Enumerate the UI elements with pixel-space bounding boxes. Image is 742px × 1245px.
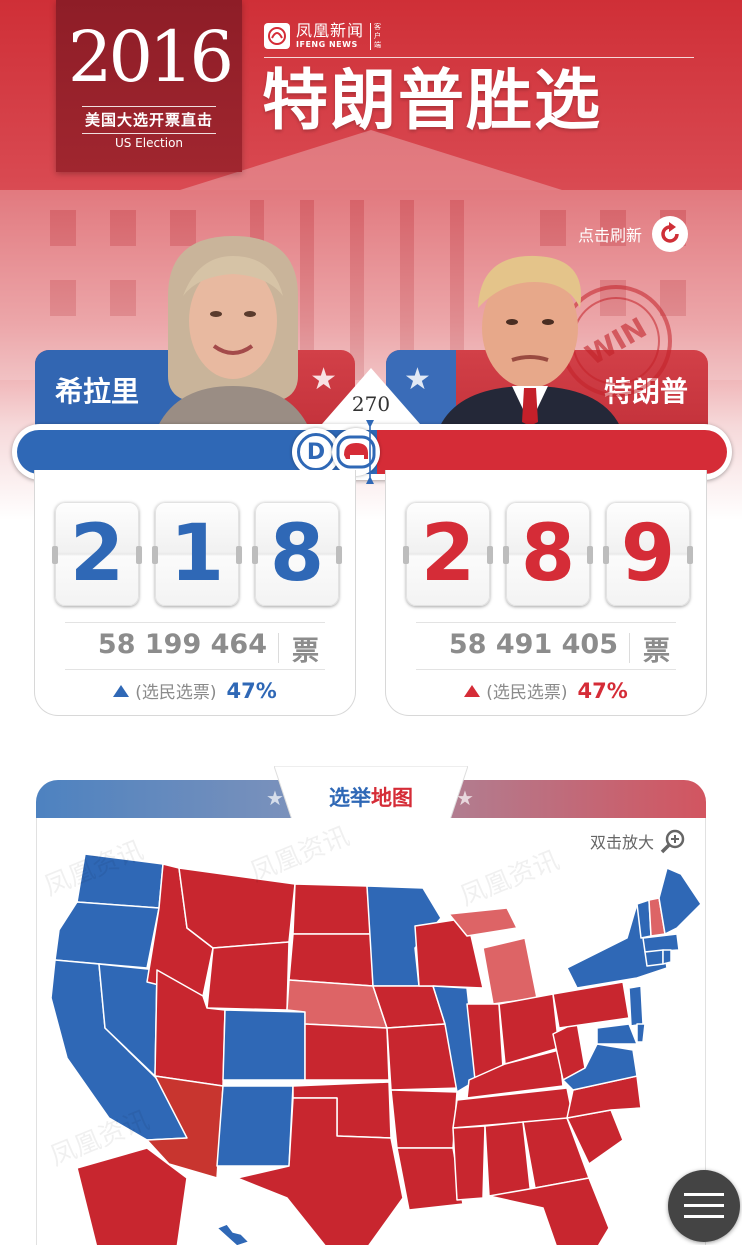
- state-hi: [216, 1223, 250, 1245]
- us-states-map[interactable]: [37, 818, 706, 1245]
- popular-pct-row: (选民选票) 47%: [386, 678, 706, 703]
- trump-portrait: [440, 255, 620, 426]
- badge-title-en: US Election: [114, 136, 184, 150]
- refresh-label: 点击刷新: [578, 226, 643, 245]
- democrat-logo-icon: D: [297, 433, 335, 471]
- badge-title-zh: 美国大选开票直击: [84, 111, 213, 129]
- map-title-tab: 选举地图: [273, 765, 469, 827]
- clinton-popular-votes: 58 199 464: [97, 629, 267, 660]
- brand-name-zh: 凤凰新闻: [296, 21, 365, 40]
- ifeng-logo-icon: [264, 23, 290, 49]
- state-ri: [662, 949, 672, 965]
- state-nj: [628, 985, 644, 1027]
- state-de: [636, 1023, 646, 1043]
- digit: 8: [503, 502, 593, 606]
- votes-unit: 票: [643, 636, 670, 667]
- popular-vote-label: (选民选票): [486, 683, 568, 703]
- up-triangle-icon: [113, 685, 130, 697]
- map-title-part1: 选举: [329, 786, 371, 810]
- state-nd: [292, 883, 372, 935]
- election-map[interactable]: 凤凰资讯 凤凰资讯 凤凰资讯 凤凰资讯: [36, 818, 706, 1245]
- digit: 1: [152, 502, 242, 606]
- state-ms: [452, 1125, 486, 1201]
- clinton-electoral-digits: 2 1 8: [52, 502, 342, 606]
- digit: 2: [403, 502, 493, 606]
- clinton-popular-pct: 47%: [226, 679, 277, 703]
- up-triangle-icon: [464, 685, 481, 697]
- state-mi: [482, 937, 538, 1005]
- threshold-marker: 270: [322, 368, 420, 424]
- threshold-270: 270: [351, 392, 391, 416]
- brand-client-label: 客户端: [370, 22, 384, 50]
- digit: 8: [252, 502, 342, 606]
- digit: 9: [603, 502, 693, 606]
- clinton-portrait: [158, 236, 308, 426]
- popular-votes-row: 58 199 464 票: [65, 622, 325, 670]
- state-ar: [390, 1089, 458, 1149]
- state-ct: [644, 949, 664, 967]
- menu-button[interactable]: [668, 1170, 740, 1242]
- map-title-part2: 地图: [371, 786, 413, 810]
- state-co: [222, 1009, 306, 1081]
- brand-name-en: IFENG NEWS: [296, 40, 358, 49]
- state-ma: [642, 933, 680, 953]
- popular-pct-row: (选民选票) 47%: [35, 678, 355, 703]
- year-text: 2016: [67, 16, 234, 98]
- state-ks: [304, 1023, 390, 1081]
- trump-electoral-digits: 2 8 9: [403, 502, 693, 606]
- state-or: [54, 901, 160, 969]
- digit: 2: [52, 502, 142, 606]
- zoom-in-icon[interactable]: [660, 828, 686, 854]
- trump-bar-fill: [377, 430, 727, 474]
- republican-badge: [332, 428, 380, 476]
- menu-icon: [684, 1193, 724, 1218]
- trump-popular-votes: 58 491 405: [448, 629, 618, 660]
- refresh-icon[interactable]: [652, 216, 689, 252]
- clinton-score-card: 2 1 8 58 199 464 票 (选民选票) 47%: [34, 470, 356, 716]
- state-pa: [552, 981, 630, 1029]
- ifeng-brand: 凤凰新闻 IFENG NEWS 客户端: [264, 20, 384, 52]
- election-year-badge: 2016 美国大选开票直击 US Election: [56, 0, 242, 172]
- state-sd: [288, 933, 374, 987]
- clinton-name: 希拉里: [55, 375, 140, 408]
- state-nm: [216, 1085, 294, 1167]
- state-wy: [206, 941, 290, 1011]
- state-me: [658, 867, 702, 935]
- state-la: [396, 1147, 464, 1211]
- zoom-hint-label: 双击放大: [590, 833, 655, 852]
- state-al: [484, 1121, 532, 1197]
- trump-popular-pct: 47%: [577, 679, 628, 703]
- header-divider: [264, 57, 694, 58]
- zoom-hint[interactable]: 双击放大: [590, 828, 686, 854]
- page-headline: 特朗普胜选: [262, 62, 602, 139]
- state-md: [596, 1023, 638, 1045]
- votes-unit: 票: [292, 636, 319, 667]
- popular-vote-label: (选民选票): [135, 683, 217, 703]
- popular-votes-row: 58 491 405 票: [416, 622, 676, 670]
- trump-score-card: 2 8 9 58 491 405 票 (选民选票) 47%: [385, 470, 707, 716]
